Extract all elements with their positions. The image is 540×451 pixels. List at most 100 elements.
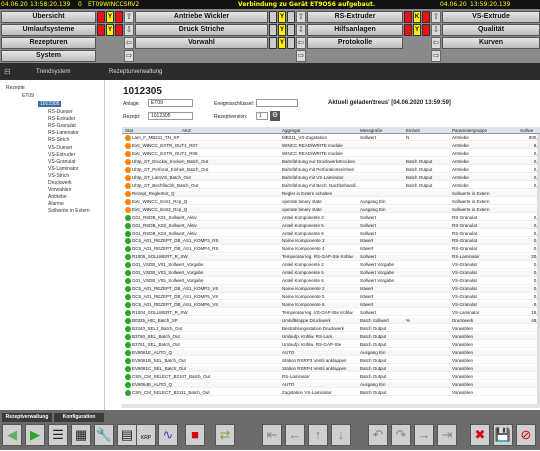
ereignis-input[interactable] xyxy=(256,99,298,107)
table-row[interactable]: DC5_A01_REZEPT_DB_AS1_KOMP2_VS Name Kompo… xyxy=(122,286,540,293)
table-row[interactable]: G01_VSDB_V01_Sollwert_Vorgabe Anteil Komp… xyxy=(122,262,540,269)
arrow-icon[interactable]: ⇨ xyxy=(296,50,306,62)
col-stat[interactable]: Stat xyxy=(125,127,133,134)
prev-icon[interactable]: ← xyxy=(285,424,305,446)
last-icon[interactable]: ⇥ xyxy=(437,424,457,446)
nav-kurven[interactable]: Kurven xyxy=(442,37,540,49)
nav-vorwahl[interactable]: Vorwahl xyxy=(135,37,268,49)
table-row[interactable]: Extr_WINCC_Extr2_Rcp_Q operate binary sta… xyxy=(122,206,540,213)
up-icon[interactable]: ↑ xyxy=(308,424,328,446)
down-icon[interactable]: ↓ xyxy=(331,424,351,446)
play-icon[interactable]: ▶ xyxy=(25,424,45,446)
table-row[interactable]: Uhtp_ST_Perforat_Einheit_Batch_Out Bahnfü… xyxy=(122,166,540,174)
table-row[interactable]: G01_VSDB_V03_Sollwert_Vorgabe Anteil Komp… xyxy=(122,270,540,277)
nav-rs-extruder[interactable]: RS-Extruder xyxy=(307,11,403,23)
table-row[interactable]: Uhtp_ST_Bechflachb_Batch_Out Bahnführung … xyxy=(122,182,540,190)
table-row[interactable]: EV8061B_SEL_Batch_Out Station RSRP3 Venti… xyxy=(122,357,540,365)
table-row[interactable]: G01_RSDB_K01_Sollwert_Aktiv Anteil Kompon… xyxy=(122,214,540,221)
tree-item[interactable]: Druckwerk xyxy=(48,180,72,186)
table-row[interactable]: DC5_A01_REZEPT_DB_AS1_KOMP5_VS Name Kompo… xyxy=(122,294,540,301)
tree-item[interactable]: VS-Strich xyxy=(48,173,69,179)
list-icon[interactable]: ☰ xyxy=(48,424,68,446)
table-row[interactable]: Extr_WINCC_EXTR_OUT1_R07 WINCC READ/WRITE… xyxy=(122,142,540,150)
arrow-icon[interactable]: ⇦ xyxy=(296,37,306,49)
table-row[interactable]: B0325_HIC_Batch_SP Umluftklappe Druckwerk… xyxy=(122,318,540,325)
calendar-icon[interactable]: ▤ xyxy=(117,424,137,446)
table-row[interactable]: CSN_CM_SELECT_B2107_Batch_Out RS-Laminato… xyxy=(122,373,540,381)
table-row[interactable]: Extr_WINCC_EXTR_OUT1_R08 WINCC READ/WRITE… xyxy=(122,150,540,158)
nav-system[interactable]: System xyxy=(1,50,96,62)
table-row[interactable]: Lam_F_MB211_TN_SP MB211_VS-Zugstation Soll… xyxy=(122,135,540,142)
col-akz[interactable]: AKZ xyxy=(182,127,191,134)
nav-umlaufsysteme[interactable]: Umlaufsysteme xyxy=(1,24,96,36)
table-row[interactable]: DC5_A01_REZEPT_DB_AS1_KOMP3_RS Name Kompo… xyxy=(122,238,540,245)
nav-hilfsanlagen[interactable]: Hilfsanlagen xyxy=(307,24,403,36)
table-row[interactable]: EV8061E_AUTO_QAUTOAusgang EinVorwahlen0 xyxy=(122,349,540,357)
table-row[interactable]: CSN_CM_SELECT_B2111_Batch_Out Zugstation … xyxy=(122,389,540,397)
table-row[interactable]: EV8061C_SEL_Batch_Out Station RSRP4 Venti… xyxy=(122,365,540,373)
table-row[interactable]: EV8064E_AUTO_QAUTOAusgang EinVorwahlen0 xyxy=(122,381,540,389)
tree-item[interactable]: RS-Dueser xyxy=(48,109,73,115)
nav-druck-striche[interactable]: Druck Striche xyxy=(135,24,268,36)
tab-konfiguration[interactable]: Konfiguration xyxy=(54,413,104,422)
table-row[interactable]: Extr_WINCC_Extr1_Rcp_Q operate binary sta… xyxy=(122,198,540,205)
tree-root[interactable]: Rezepte xyxy=(6,85,25,91)
table-row[interactable]: B3340_SEL1_Batch_Out Bestrahlungsstation … xyxy=(122,326,540,333)
tree-item[interactable]: RS-Extruder xyxy=(48,116,76,122)
arrow-icon[interactable]: ⇨ xyxy=(124,50,134,62)
arrow-icon[interactable]: ⇧ xyxy=(431,11,441,23)
table-row[interactable]: R1004_SOLLWERT_R_SW Temperaturreg. VS-GAP… xyxy=(122,310,540,317)
nav-vs-extruder[interactable]: VS-Extrude xyxy=(442,11,540,23)
col-messgroesse[interactable]: Messgröße xyxy=(360,127,383,134)
trend-icon[interactable]: ∿ xyxy=(158,424,178,446)
nav-antriebe-wickler[interactable]: Antriebe Wickler xyxy=(135,11,268,23)
redo-icon[interactable]: ↷ xyxy=(391,424,411,446)
col-parametergruppe[interactable]: Parametergruppe xyxy=(452,127,487,134)
arrow-icon[interactable]: ⇦ xyxy=(431,37,441,49)
nav-qualitaet[interactable]: Qualität xyxy=(442,24,540,36)
nav-uebersicht[interactable]: Übersicht xyxy=(1,11,96,23)
table-row[interactable]: G01_VSDB_V05_Sollwert_Vorgabe Anteil Komp… xyxy=(122,278,540,285)
table-row[interactable]: G01_RSDB_K02_Sollwert_Aktiv Anteil Kompon… xyxy=(122,222,540,229)
col-einheit[interactable]: Einheit xyxy=(406,127,420,134)
tree-item[interactable]: Sollwerte in Extern xyxy=(48,208,90,214)
table-row[interactable]: R1005_SOLLWERT_R_SW Temperaturreg. RS-GAP… xyxy=(122,254,540,261)
tab-rezeptverwaltung-bottom[interactable]: Rezeptverwaltung xyxy=(2,413,52,422)
tree-plant[interactable]: ET09 xyxy=(22,93,34,99)
cancel-icon[interactable]: ⊘ xyxy=(516,424,536,446)
tree-item[interactable]: RS-Strich xyxy=(48,137,69,143)
tree-item[interactable]: VS-Laminator xyxy=(48,166,79,172)
arrow-icon[interactable]: ⇩ xyxy=(124,24,134,36)
settings-icon[interactable]: ⚙ xyxy=(270,111,280,121)
arrow-icon[interactable]: ⇨ xyxy=(431,50,441,62)
arrow-icon[interactable]: ⇦ xyxy=(124,37,134,49)
tree-item[interactable]: VS-Granulat xyxy=(48,159,76,165)
grid-icon[interactable]: ▦ xyxy=(71,424,91,446)
table-row[interactable]: G01_RSDB_K03_Sollwert_Aktiv Anteil Kompon… xyxy=(122,230,540,237)
arrow-icon[interactable]: ⇩ xyxy=(296,24,306,36)
delete-icon[interactable]: ✖ xyxy=(470,424,490,446)
col-aggregat[interactable]: Aggregat xyxy=(282,127,300,134)
version-select[interactable]: 1 xyxy=(256,112,268,120)
tree-item[interactable]: VS-Extruder xyxy=(48,152,75,158)
undo-icon[interactable]: ↶ xyxy=(368,424,388,446)
table-row[interactable]: B3761_SEL_Batch_Out Umlaufp. Kühlw. RS-GA… xyxy=(122,341,540,349)
first-icon[interactable]: ⇤ xyxy=(262,424,282,446)
tree-item[interactable]: Vorwahlen xyxy=(48,187,71,193)
back-icon[interactable]: ◀ xyxy=(2,424,22,446)
tree-selected-recipe[interactable]: 1012305 xyxy=(38,101,62,107)
save-icon[interactable]: 💾 xyxy=(493,424,513,446)
tree-item[interactable]: Antriebe xyxy=(48,194,67,200)
stop-icon[interactable]: ■ xyxy=(185,424,205,446)
transfer-icon[interactable]: ⇄ xyxy=(215,424,235,446)
krp-icon[interactable]: KRP xyxy=(136,424,156,446)
next-icon[interactable]: → xyxy=(414,424,434,446)
nav-rezepturen[interactable]: Rezepturen xyxy=(1,37,96,49)
table-row[interactable]: B3760_SEL_Batch_Out Umlaufp. Kühlw. RS-La… xyxy=(122,334,540,341)
wrench-icon[interactable]: 🔧 xyxy=(94,424,114,446)
table-row[interactable]: Uhtp_ST_Druckw_trocken_Batch_Out Bahnführ… xyxy=(122,158,540,166)
tab-rezepturverwaltung[interactable]: Rezepturverwaltung xyxy=(95,66,162,78)
table-row[interactable]: Rezept_ReglerExt_Q Regler in Extern schal… xyxy=(122,190,540,198)
arrow-icon[interactable]: ⇩ xyxy=(431,24,441,36)
tree-item[interactable]: Alarme xyxy=(48,201,64,207)
